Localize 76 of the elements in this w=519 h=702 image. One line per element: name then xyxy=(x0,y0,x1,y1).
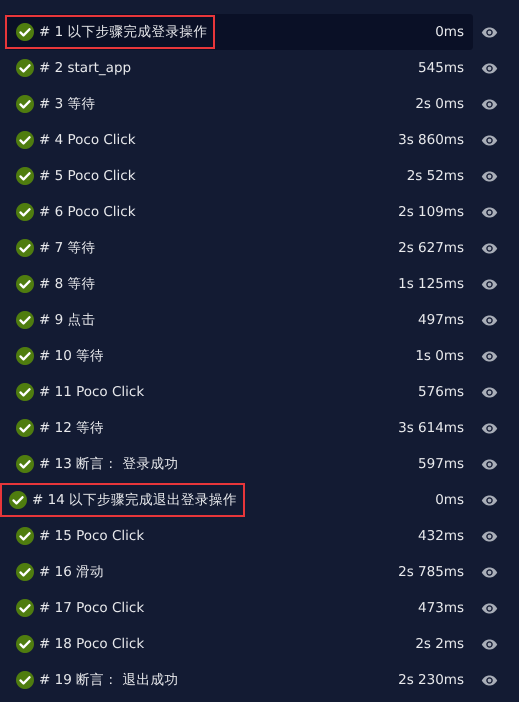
step-title: # 9 点击 xyxy=(39,311,96,329)
step-duration: 2s 785ms xyxy=(398,564,464,580)
step-title: # 1 以下步骤完成登录操作 xyxy=(39,23,208,41)
step-row[interactable]: # 4 Poco Click 3s 860ms xyxy=(5,122,473,158)
step-duration: 1s 125ms xyxy=(398,276,464,292)
step-row[interactable]: # 10 等待 1s 0ms xyxy=(5,338,473,374)
step-title: # 11 Poco Click xyxy=(39,384,144,400)
eye-icon[interactable] xyxy=(481,602,498,614)
eye-icon[interactable] xyxy=(481,206,498,218)
eye-icon[interactable] xyxy=(481,566,498,578)
step-duration: 3s 614ms xyxy=(398,420,464,436)
eye-icon[interactable] xyxy=(481,170,498,182)
step-row[interactable]: # 3 等待 2s 0ms xyxy=(5,86,473,122)
eye-icon[interactable] xyxy=(481,458,498,470)
eye-icon[interactable] xyxy=(481,530,498,542)
step-duration: 473ms xyxy=(418,600,464,616)
step-row[interactable]: # 15 Poco Click 432ms xyxy=(5,518,473,554)
step-row[interactable]: # 7 等待 2s 627ms xyxy=(5,230,473,266)
step-title: # 14 以下步骤完成退出登录操作 xyxy=(32,491,238,509)
eye-icon[interactable] xyxy=(481,422,498,434)
step-row[interactable]: # 6 Poco Click 2s 109ms xyxy=(5,194,473,230)
step-row[interactable]: # 16 滑动 2s 785ms xyxy=(5,554,473,590)
eye-icon[interactable] xyxy=(481,134,498,146)
step-duration: 1s 0ms xyxy=(415,348,464,364)
step-row[interactable]: # 17 Poco Click 473ms xyxy=(5,590,473,626)
step-row[interactable]: # 12 等待 3s 614ms xyxy=(5,410,473,446)
step-duration: 2s 109ms xyxy=(398,204,464,220)
step-title: # 8 等待 xyxy=(39,275,96,293)
step-title: # 16 滑动 xyxy=(39,563,104,581)
step-title: # 18 Poco Click xyxy=(39,636,144,652)
step-duration: 2s 230ms xyxy=(398,672,464,688)
step-title: # 17 Poco Click xyxy=(39,600,144,616)
eye-icon[interactable] xyxy=(481,494,498,506)
eye-icon[interactable] xyxy=(481,638,498,650)
step-title: # 19 断言： 退出成功 xyxy=(39,671,178,689)
step-row[interactable]: # 5 Poco Click 2s 52ms xyxy=(5,158,473,194)
step-row[interactable]: # 11 Poco Click 576ms xyxy=(5,374,473,410)
step-title: # 13 断言： 登录成功 xyxy=(39,455,178,473)
eye-icon[interactable] xyxy=(481,350,498,362)
step-duration: 497ms xyxy=(418,312,464,328)
step-row[interactable]: # 2 start_app 545ms xyxy=(5,50,473,86)
step-title: # 7 等待 xyxy=(39,239,96,257)
step-row[interactable]: # 9 点击 497ms xyxy=(5,302,473,338)
eye-icon[interactable] xyxy=(481,98,498,110)
step-duration: 3s 860ms xyxy=(398,132,464,148)
step-title: # 2 start_app xyxy=(39,60,132,76)
step-duration: 576ms xyxy=(418,384,464,400)
step-duration: 0ms xyxy=(435,24,464,40)
eye-icon[interactable] xyxy=(481,386,498,398)
step-title: # 10 等待 xyxy=(39,347,104,365)
step-duration: 432ms xyxy=(418,528,464,544)
step-title: # 15 Poco Click xyxy=(39,528,144,544)
step-duration: 0ms xyxy=(435,492,464,508)
eye-icon[interactable] xyxy=(481,26,498,38)
step-row[interactable]: # 18 Poco Click 2s 2ms xyxy=(5,626,473,662)
step-title: # 3 等待 xyxy=(39,95,96,113)
eye-icon[interactable] xyxy=(481,278,498,290)
step-title: # 4 Poco Click xyxy=(39,132,136,148)
step-duration: 2s 2ms xyxy=(415,636,464,652)
step-duration: 597ms xyxy=(418,456,464,472)
eye-icon[interactable] xyxy=(481,674,498,686)
step-row[interactable]: # 1 以下步骤完成登录操作 0ms xyxy=(5,14,473,50)
step-duration: 545ms xyxy=(418,60,464,76)
step-row[interactable]: # 19 断言： 退出成功 2s 230ms xyxy=(5,662,473,698)
step-title: # 6 Poco Click xyxy=(39,204,136,220)
step-duration: 2s 0ms xyxy=(415,96,464,112)
eye-icon[interactable] xyxy=(481,62,498,74)
step-duration: 2s 627ms xyxy=(398,240,464,256)
step-title: # 12 等待 xyxy=(39,419,104,437)
eye-icon[interactable] xyxy=(481,242,498,254)
eye-icon[interactable] xyxy=(481,314,498,326)
step-row[interactable]: # 8 等待 1s 125ms xyxy=(5,266,473,302)
step-row[interactable]: # 13 断言： 登录成功 597ms xyxy=(5,446,473,482)
step-title: # 5 Poco Click xyxy=(39,168,136,184)
step-duration: 2s 52ms xyxy=(406,168,464,184)
step-row[interactable]: # 14 以下步骤完成退出登录操作 0ms xyxy=(5,482,473,518)
